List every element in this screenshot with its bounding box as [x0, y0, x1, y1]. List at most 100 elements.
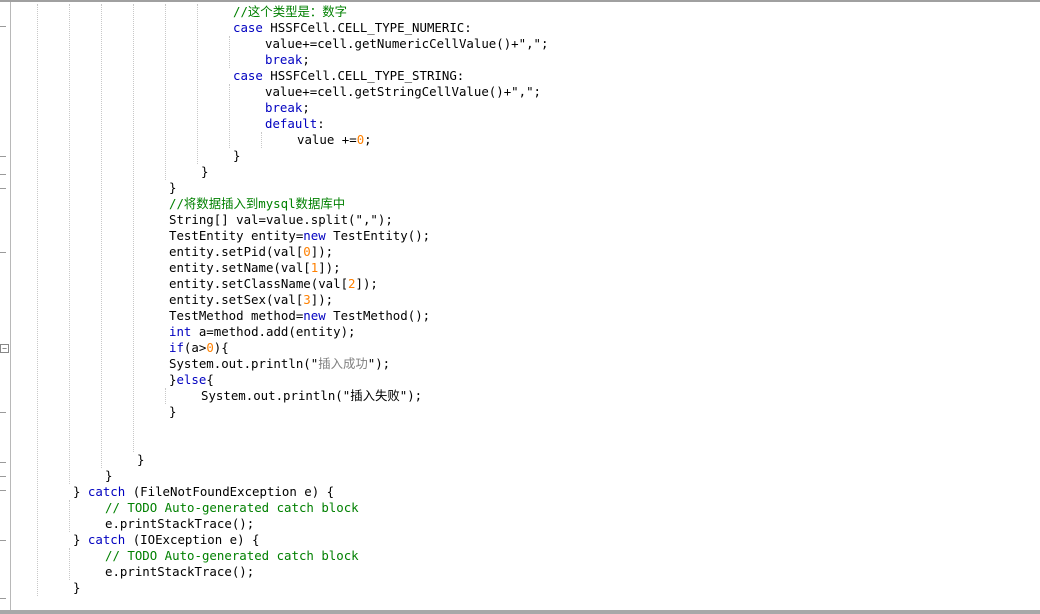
gutter-tick — [0, 26, 6, 27]
code-line[interactable]: } — [137, 452, 144, 468]
code-token: HSSFCell.CELL_TYPE_NUMERIC: — [262, 20, 472, 35]
code-token: TestEntity entity= — [169, 228, 304, 243]
indent-guide — [197, 4, 198, 164]
gutter-tick — [0, 174, 6, 175]
code-line[interactable]: } catch (FileNotFoundException e) { — [73, 484, 334, 500]
code-token: } — [233, 148, 241, 163]
code-line[interactable]: } catch (IOException e) { — [73, 532, 260, 548]
code-token: //这个类型是：数字 — [233, 4, 348, 19]
code-token: System.out.println(" — [169, 356, 319, 371]
code-line[interactable]: entity.setClassName(val[2]); — [169, 276, 378, 292]
code-token: } — [201, 164, 209, 179]
code-token: // TODO Auto-generated catch block — [105, 548, 359, 563]
code-line[interactable]: System.out.println("插入失败"); — [201, 388, 422, 404]
indent-guide — [165, 388, 166, 404]
line-gutter[interactable]: − — [0, 2, 11, 610]
code-line[interactable]: value +=0; — [297, 132, 372, 148]
code-token: 2 — [348, 276, 356, 291]
code-line[interactable]: } — [169, 180, 176, 196]
code-line[interactable]: TestEntity entity=new TestEntity(); — [169, 228, 430, 244]
gutter-tick — [0, 540, 6, 541]
code-line[interactable]: entity.setPid(val[0]); — [169, 244, 333, 260]
code-line[interactable]: } — [73, 580, 80, 596]
code-line[interactable]: // TODO Auto-generated catch block — [105, 548, 359, 564]
code-token: (IOException e) { — [125, 532, 260, 547]
code-editor[interactable]: //这个类型是：数字 case HSSFCell.CELL_TYPE_NUMERI… — [11, 2, 1040, 610]
code-line[interactable]: case HSSFCell.CELL_TYPE_STRING: — [233, 68, 464, 84]
indent-guide — [69, 548, 70, 580]
code-token: 0 — [303, 244, 311, 259]
code-token: ; — [302, 100, 310, 115]
code-line[interactable]: e.printStackTrace(); — [105, 564, 254, 580]
code-token: } — [73, 580, 81, 595]
code-line[interactable]: break; — [265, 52, 310, 68]
code-line[interactable]: value+=cell.getNumericCellValue()+","; — [265, 36, 548, 52]
code-line[interactable]: break; — [265, 100, 310, 116]
code-token: System.out.println("插入失败"); — [201, 388, 423, 403]
indent-guide — [165, 4, 166, 180]
code-token: // TODO Auto-generated catch block — [105, 500, 359, 515]
code-line[interactable]: } — [201, 164, 208, 180]
code-token: catch — [87, 532, 126, 547]
code-line[interactable]: //将数据插入到mysql数据库中 — [169, 196, 345, 212]
code-token: TestEntity(); — [325, 228, 431, 243]
code-line[interactable]: } — [169, 404, 176, 420]
code-token: catch — [87, 484, 126, 499]
code-line[interactable]: int a=method.add(entity); — [169, 324, 356, 340]
code-token: ; — [364, 132, 372, 147]
gutter-tick — [0, 462, 6, 463]
code-token: new — [303, 308, 326, 323]
code-line[interactable]: } — [233, 148, 240, 164]
code-token: } — [105, 468, 113, 483]
code-line[interactable]: // TODO Auto-generated catch block — [105, 500, 359, 516]
code-token: default — [265, 116, 318, 131]
code-line[interactable]: String[] val=value.split(","); — [169, 212, 393, 228]
code-token: 3 — [303, 292, 311, 307]
code-token: ){ — [213, 340, 229, 355]
gutter-tick — [0, 490, 6, 491]
code-token: String[] val=value.split(","); — [169, 212, 393, 227]
code-line[interactable]: if(a>0){ — [169, 340, 229, 356]
indent-guide — [261, 132, 262, 148]
fold-toggle-icon[interactable]: − — [0, 344, 9, 353]
code-line[interactable]: System.out.println("插入成功"); — [169, 356, 390, 372]
code-token: break — [265, 100, 303, 115]
code-token: (FileNotFoundException e) { — [125, 484, 335, 499]
code-token: ]); — [310, 292, 334, 307]
gutter-tick — [0, 412, 6, 413]
code-token: entity.setClassName(val[ — [169, 276, 349, 291]
code-token: } — [137, 452, 145, 467]
indent-guide — [37, 4, 38, 596]
code-token: value+=cell.getStringCellValue()+","; — [265, 84, 542, 99]
code-token: ]); — [310, 244, 334, 259]
code-token: entity.setSex(val[ — [169, 292, 304, 307]
code-line[interactable]: //这个类型是：数字 — [233, 4, 347, 20]
code-line[interactable]: case HSSFCell.CELL_TYPE_NUMERIC: — [233, 20, 472, 36]
code-line[interactable]: e.printStackTrace(); — [105, 516, 254, 532]
gutter-tick — [0, 188, 6, 189]
code-token: } — [73, 484, 88, 499]
code-token: } — [169, 404, 177, 419]
code-token: : — [317, 116, 325, 131]
code-token: case — [233, 68, 263, 83]
code-line[interactable]: TestMethod method=new TestMethod(); — [169, 308, 430, 324]
code-line[interactable]: }else{ — [169, 372, 214, 388]
code-line[interactable]: value+=cell.getStringCellValue()+","; — [265, 84, 541, 100]
gutter-tick — [0, 156, 6, 157]
code-token: int — [169, 324, 192, 339]
code-token: break — [265, 52, 303, 67]
code-line[interactable]: } — [105, 468, 112, 484]
code-token: e.printStackTrace(); — [105, 564, 255, 579]
code-token: } — [73, 532, 88, 547]
code-token: ; — [302, 52, 310, 67]
code-token: TestMethod(); — [325, 308, 431, 323]
code-token: //将数据插入到mysql数据库中 — [169, 196, 346, 211]
code-line[interactable]: default: — [265, 116, 325, 132]
indent-guide — [229, 84, 230, 148]
code-token: HSSFCell.CELL_TYPE_STRING: — [262, 68, 465, 83]
code-line[interactable]: entity.setName(val[1]); — [169, 260, 341, 276]
code-line[interactable]: entity.setSex(val[3]); — [169, 292, 333, 308]
gutter-tick — [0, 476, 6, 477]
code-token: else — [176, 372, 207, 387]
code-token: TestMethod method= — [169, 308, 304, 323]
